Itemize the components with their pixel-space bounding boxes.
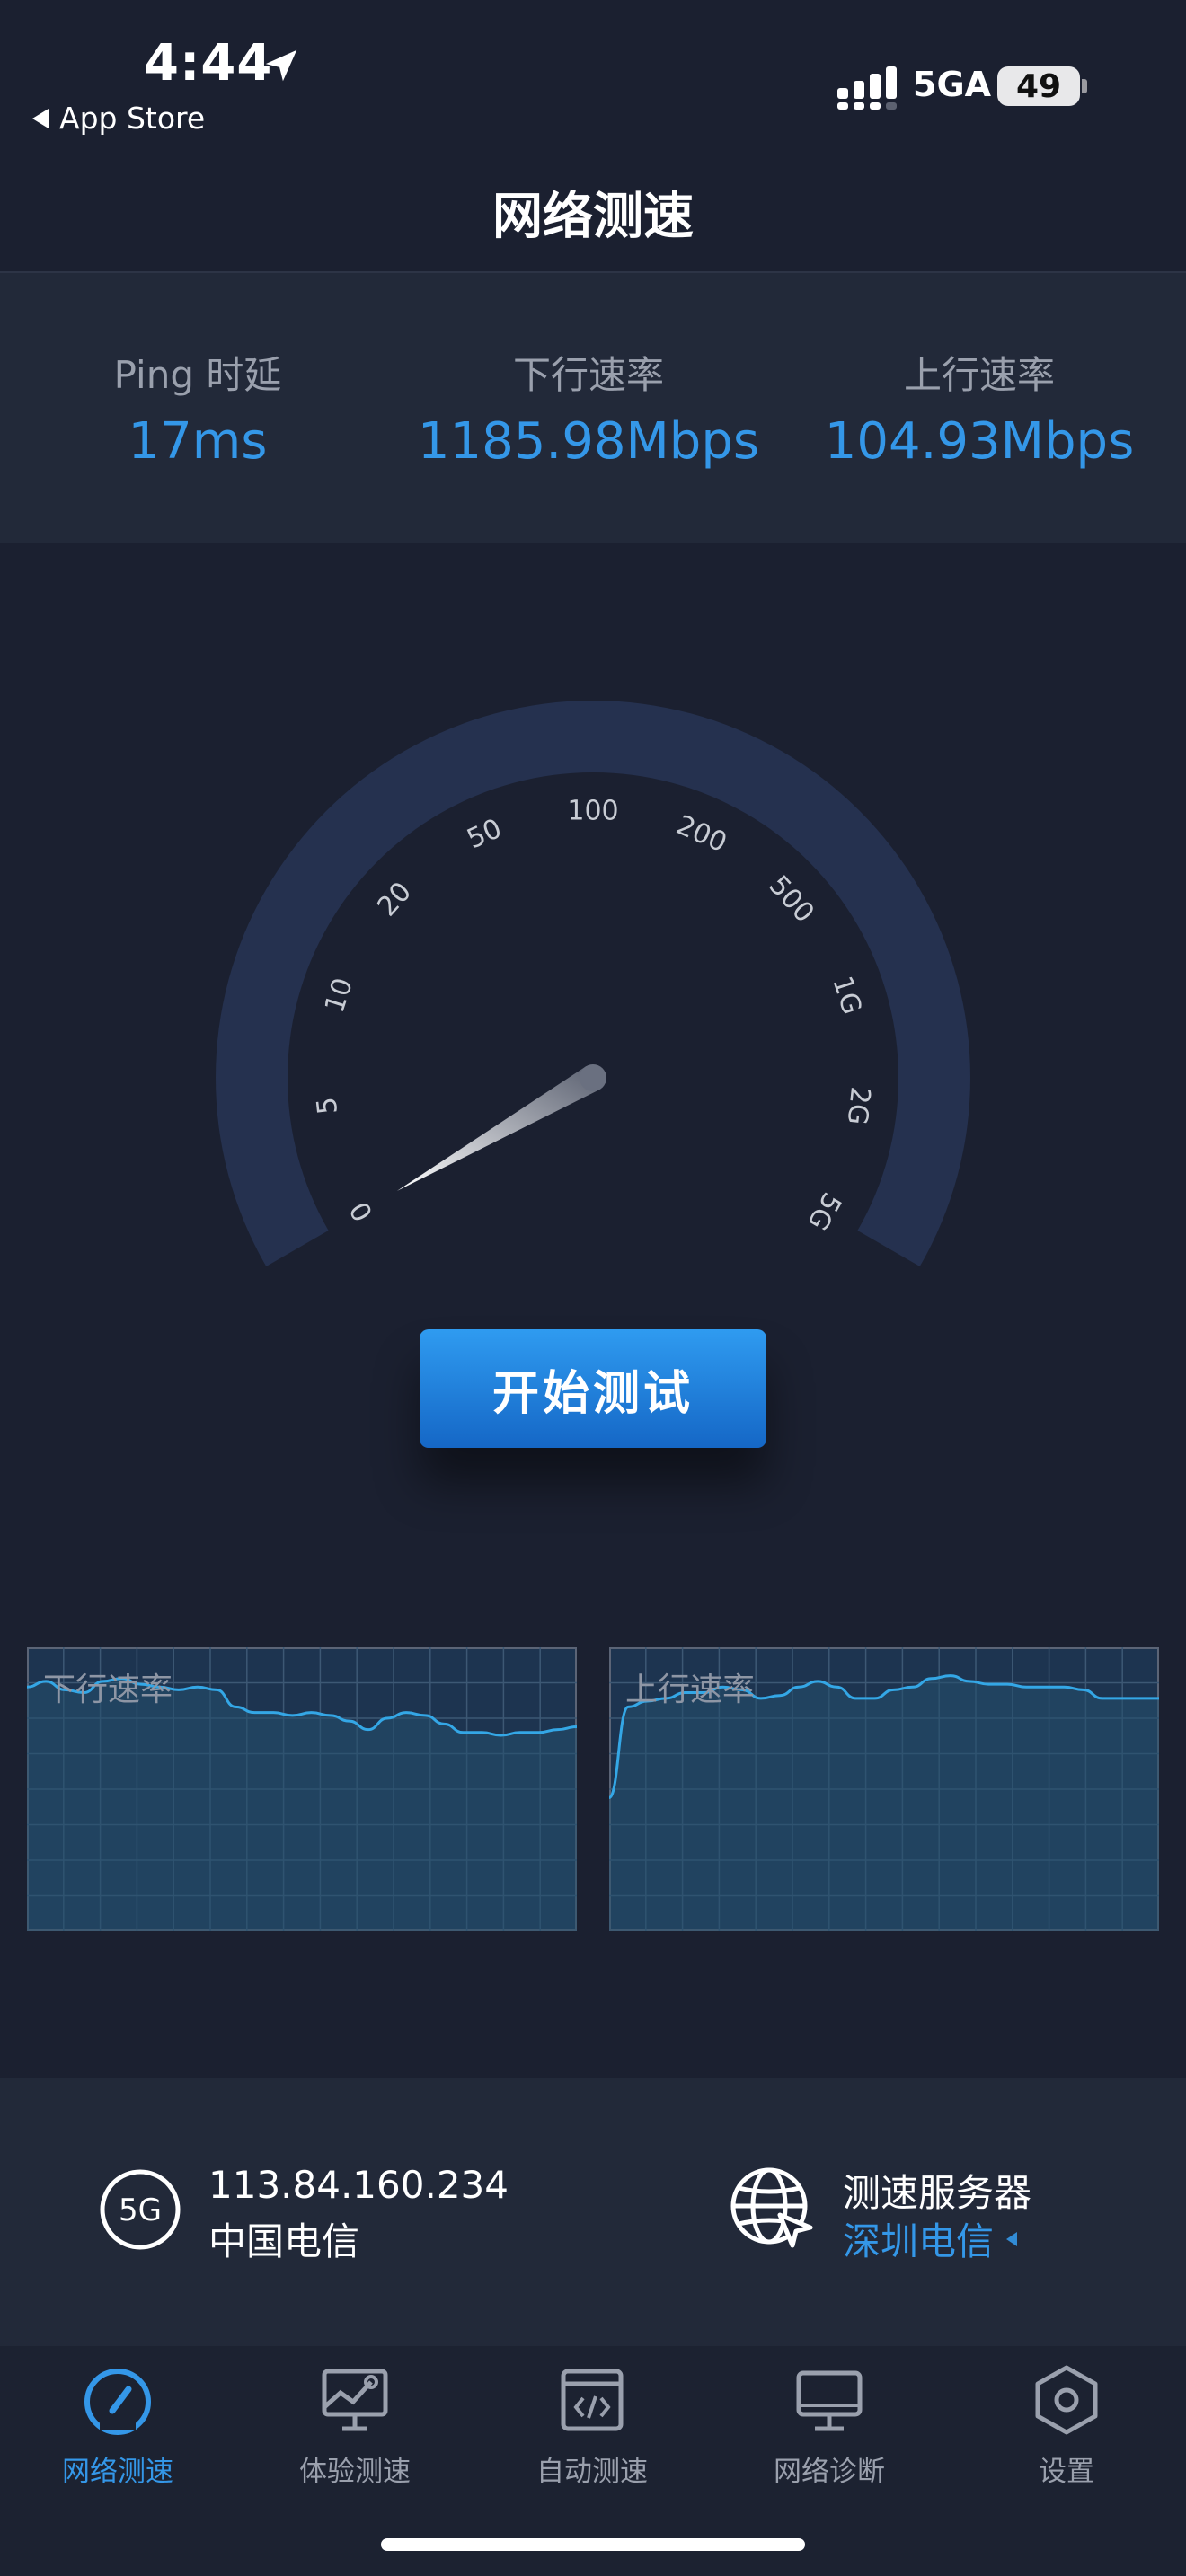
5g-badge-icon: 5G <box>100 2169 181 2250</box>
battery-indicator: 49 <box>997 66 1080 106</box>
download-chart-label: 下行速率 <box>43 1672 173 1708</box>
nav-item-diagnosis[interactable]: 网络诊断 <box>730 2362 928 2489</box>
gauge-needle <box>396 1066 600 1191</box>
nav-label-auto-test: 自动测速 <box>536 2456 648 2488</box>
gauge-scale-label: 10 <box>319 975 359 1017</box>
results-panel: Ping 时延 17ms 下行速率 1185.98Mbps 上行速率 104.9… <box>0 273 1186 543</box>
nav-label-experience-test: 体验测速 <box>299 2456 411 2488</box>
server-name: 深圳电信 <box>843 2219 995 2263</box>
caret-left-icon <box>1006 2231 1018 2246</box>
gauge-scale-label: 500 <box>763 869 820 929</box>
gauge-scale-label: 200 <box>672 809 732 859</box>
ping-value: 17ms <box>128 412 268 471</box>
back-triangle-icon <box>32 108 49 128</box>
gauge-scale-label: 1G <box>826 973 867 1019</box>
home-indicator[interactable] <box>381 2538 805 2551</box>
upload-value: 104.93Mbps <box>824 412 1135 471</box>
ping-stat: Ping 时延 17ms <box>54 345 341 471</box>
server-selector[interactable]: 深圳电信 <box>843 2211 1018 2266</box>
start-test-button[interactable]: 开始测试 <box>420 1329 766 1448</box>
status-time: 4:44 <box>144 34 273 93</box>
ping-label: Ping 时延 <box>113 353 282 397</box>
nav-label-diagnosis: 网络诊断 <box>774 2456 885 2488</box>
gauge-scale-label: 100 <box>567 796 618 827</box>
back-to-app-store-link[interactable]: App Store <box>32 101 205 136</box>
gauge-needle-hub <box>580 1064 606 1091</box>
speed-gauge: 0 5 10 20 50 100 200 5001G 2G 5G <box>216 701 970 1266</box>
battery-nub <box>1082 79 1087 93</box>
gauge-scale-label: 0 <box>344 1195 380 1226</box>
server-title: 测速服务器 <box>843 2171 1032 2215</box>
nav-item-experience-test[interactable]: 体验测速 <box>256 2362 454 2489</box>
code-window-icon <box>561 2369 624 2431</box>
gauge-scale-label: 5G <box>801 1187 846 1235</box>
monitor-chart-icon <box>322 2369 388 2431</box>
nav-item-settings[interactable]: 设置 <box>968 2362 1165 2489</box>
upload-label: 上行速率 <box>903 353 1055 397</box>
gauge-scale-label: 2G <box>841 1085 876 1126</box>
download-rate-chart: 下行速率 <box>26 1647 578 1931</box>
settings-hex-icon <box>1035 2365 1098 2435</box>
nav-item-auto-test[interactable]: 自动测速 <box>493 2362 691 2489</box>
ip-address: 113.84.160.234 <box>208 2163 509 2207</box>
network-type: 5GA <box>913 65 992 104</box>
nav-label-settings: 设置 <box>1039 2456 1094 2488</box>
download-value: 1185.98Mbps <box>417 412 760 471</box>
globe-cursor-icon <box>730 2167 813 2248</box>
speedometer-icon <box>84 2369 151 2435</box>
gauge-scale-label: 50 <box>463 813 507 856</box>
download-stat: 下行速率 1185.98Mbps <box>404 345 773 471</box>
chart-area-fill <box>609 1675 1159 1931</box>
nav-label-speed-test: 网络测速 <box>62 2456 173 2488</box>
isp-name: 中国电信 <box>208 2219 360 2263</box>
download-label: 下行速率 <box>512 353 664 397</box>
upload-rate-chart: 上行速率 <box>607 1647 1159 1931</box>
desktop-icon <box>796 2370 863 2431</box>
back-link-label: App Store <box>59 101 206 136</box>
upload-stat: 上行速率 104.93Mbps <box>809 345 1150 471</box>
signal-strength-icon <box>837 66 897 110</box>
location-arrow-icon <box>265 49 297 82</box>
gauge-scale-label: 20 <box>372 876 419 922</box>
5g-badge-text: 5G <box>119 2192 162 2228</box>
gauge-scale-label: 5 <box>311 1096 344 1116</box>
upload-chart-label: 上行速率 <box>625 1672 756 1708</box>
nav-item-speed-test[interactable]: 网络测速 <box>19 2362 217 2489</box>
page-title: 网络测速 <box>492 188 694 246</box>
